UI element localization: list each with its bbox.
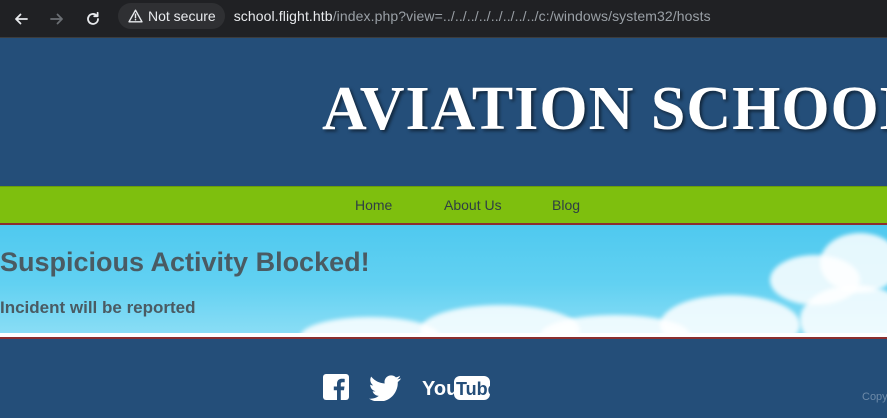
url-path: /index.php?view=../../../../../../../../… bbox=[332, 8, 711, 24]
incident-message: Incident will be reported bbox=[0, 298, 196, 317]
twitter-icon bbox=[369, 375, 401, 402]
facebook-icon bbox=[323, 374, 349, 400]
arrow-right-icon bbox=[50, 13, 63, 25]
browser-toolbar: Not secure school.flight.htb/index.php?v… bbox=[0, 0, 887, 38]
youtube-link[interactable]: You Tube bbox=[422, 375, 498, 406]
facebook-link[interactable] bbox=[323, 374, 349, 405]
site-title: AVIATION SCHOOL bbox=[322, 75, 887, 143]
back-button[interactable] bbox=[6, 4, 36, 34]
url-host: school.flight.htb bbox=[233, 8, 333, 24]
url-text[interactable]: school.flight.htb/index.php?view=../../.… bbox=[234, 8, 711, 24]
nav-home[interactable]: Home bbox=[355, 197, 392, 213]
youtube-you-text: You bbox=[422, 378, 458, 400]
reload-icon bbox=[87, 11, 99, 25]
web-page: AVIATION SCHOOL Home About Us Blog Suspi… bbox=[0, 39, 887, 418]
youtube-icon: You Tube bbox=[422, 376, 498, 400]
security-label: Not secure bbox=[148, 8, 216, 24]
arrow-left-icon bbox=[15, 13, 28, 25]
address-bar[interactable]: Not secure school.flight.htb/index.php?v… bbox=[118, 2, 887, 30]
twitter-link[interactable] bbox=[367, 375, 403, 406]
nav-about-us[interactable]: About Us bbox=[444, 197, 502, 213]
forward-button[interactable] bbox=[42, 4, 72, 34]
copyright-text: Copy bbox=[862, 391, 887, 403]
security-indicator[interactable]: Not secure bbox=[118, 3, 225, 29]
main-navigation: Home About Us Blog bbox=[0, 186, 887, 225]
reload-button[interactable] bbox=[78, 4, 108, 34]
warning-icon bbox=[128, 9, 143, 23]
content-banner: Suspicious Activity Blocked! Incident wi… bbox=[0, 225, 887, 333]
site-footer: You Tube Copy bbox=[0, 339, 887, 418]
nav-blog[interactable]: Blog bbox=[552, 197, 580, 213]
youtube-tube-text: Tube bbox=[456, 379, 494, 399]
site-header: AVIATION SCHOOL bbox=[0, 39, 887, 186]
blocked-heading: Suspicious Activity Blocked! bbox=[0, 247, 370, 277]
